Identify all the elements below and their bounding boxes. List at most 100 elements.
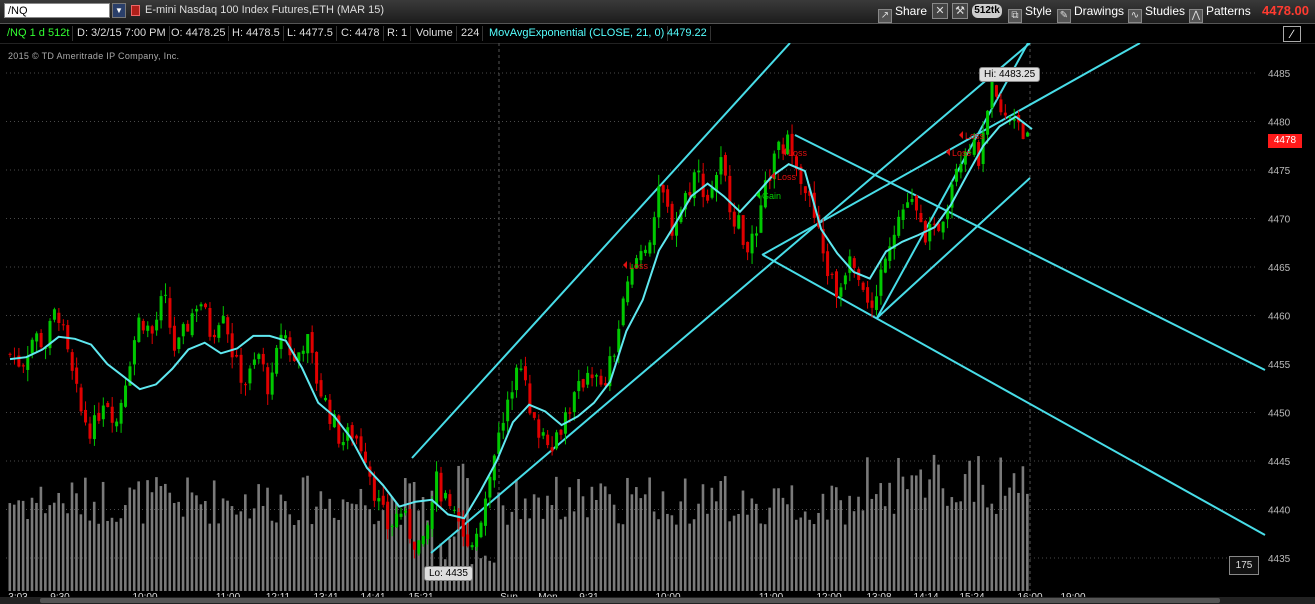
volume-bar (399, 524, 403, 591)
candle-body (363, 451, 367, 463)
studies-button[interactable]: ∿ Studies (1128, 2, 1185, 23)
volume-bar (1021, 466, 1025, 591)
aggregation-badge[interactable]: 512tk (972, 4, 1002, 18)
volume-value: 224 (458, 26, 484, 41)
candle-body (488, 476, 492, 498)
candle-body (195, 308, 199, 312)
volume-bar (381, 510, 385, 591)
price-tick-label: 4480 (1268, 118, 1291, 129)
candle-body (226, 317, 230, 335)
candle-body (852, 258, 856, 268)
volume-bar (661, 491, 665, 591)
candle-body (479, 522, 483, 538)
volume-bar (768, 507, 771, 591)
candle-body (57, 312, 61, 323)
volume-bar (275, 522, 278, 591)
candle-body (52, 309, 56, 320)
candle-body (323, 397, 327, 401)
volume-bar (70, 482, 74, 591)
candle-body (954, 168, 958, 182)
symbol-dropdown-button[interactable]: ▼ (112, 3, 126, 18)
candle-body (30, 339, 34, 354)
candle-body (750, 233, 754, 254)
candle-body (528, 383, 532, 414)
candle-body (21, 365, 25, 367)
candle-body (470, 545, 474, 548)
drawn-channels[interactable] (411, 43, 1266, 554)
volume-bar (261, 505, 265, 591)
symbol-description: E-mini Nasdaq 100 Index Futures,ETH (MAR… (145, 4, 385, 16)
candle-body (439, 472, 443, 502)
chart-settings-icon[interactable]: ∕ (1283, 26, 1301, 42)
volume-bar (888, 482, 891, 591)
price-tick-label: 4460 (1268, 312, 1291, 323)
candle-body (999, 99, 1003, 113)
volume-bar (755, 503, 758, 591)
wrench-icon[interactable]: ⚒ (952, 3, 968, 19)
style-button[interactable]: ⧉ Style (1008, 2, 1052, 23)
candle-body (181, 324, 185, 337)
crosshair-tool-icon[interactable]: ✕ (932, 3, 948, 19)
price-tick-label: 4475 (1268, 166, 1291, 177)
volume-bar (635, 487, 638, 591)
candle-body (399, 513, 403, 517)
candle-body (537, 419, 541, 438)
candle-body (115, 421, 119, 427)
volume-bar (879, 483, 883, 591)
volume-bar (746, 514, 749, 591)
candle-body (661, 184, 665, 193)
volume-bar (186, 477, 189, 591)
candle-body (1026, 132, 1030, 137)
volume-bar (137, 481, 140, 591)
candle-body (386, 501, 390, 530)
volume-bar (297, 520, 300, 591)
scrollbar-thumb[interactable] (40, 598, 1220, 603)
volume-bar (750, 498, 754, 591)
candle-body (648, 242, 652, 254)
candle-body (381, 495, 385, 505)
zoom-level-badge[interactable]: 175 (1229, 556, 1259, 575)
volume-bar (283, 501, 287, 591)
volume-bar (728, 521, 731, 591)
candle-body (657, 186, 661, 218)
volume-bar (897, 457, 900, 591)
drawings-button[interactable]: ✎ Drawings (1057, 2, 1124, 23)
volume-bar (239, 511, 243, 591)
volume-bar (248, 518, 252, 591)
candle-body (208, 308, 212, 337)
volume-bar (901, 476, 905, 591)
volume-bar (266, 487, 269, 591)
candle-body (408, 508, 412, 539)
symbol-input[interactable]: /NQ (4, 3, 110, 18)
candle-body (283, 335, 287, 339)
candle-body (581, 379, 585, 388)
candle-body (106, 402, 110, 408)
bar-open: O: 4478.25 (168, 26, 230, 41)
candle-body (519, 368, 523, 370)
patterns-button[interactable]: ⋀ Patterns (1189, 2, 1251, 23)
candle-body (279, 334, 283, 350)
candle-body (426, 525, 430, 539)
volume-bar (532, 494, 536, 591)
candle-body (728, 175, 732, 213)
candle-body (97, 412, 101, 421)
candle-body (141, 320, 145, 331)
volume-bar (821, 493, 825, 591)
symbol-info-icon[interactable] (131, 5, 140, 16)
candle-body (914, 195, 918, 211)
bar-close: C: 4478 (338, 26, 384, 41)
price-tick-label: 4485 (1268, 69, 1291, 80)
volume-bar (328, 498, 332, 591)
volume-bar (226, 500, 229, 591)
candle-body (92, 415, 96, 440)
candle-body (359, 436, 363, 452)
volume-bar (617, 523, 620, 591)
price-chart[interactable]: Loss Loss Gain Loss Loss Loss 4435 4440 4445 445… (0, 43, 1315, 597)
volume-bar (839, 500, 843, 591)
candle-body (523, 366, 527, 381)
share-button[interactable]: ↗ Share (878, 2, 927, 23)
candle-body (906, 202, 910, 208)
volume-bar (706, 513, 709, 591)
candle-body (217, 325, 221, 338)
volume-label: Volume (413, 26, 457, 41)
